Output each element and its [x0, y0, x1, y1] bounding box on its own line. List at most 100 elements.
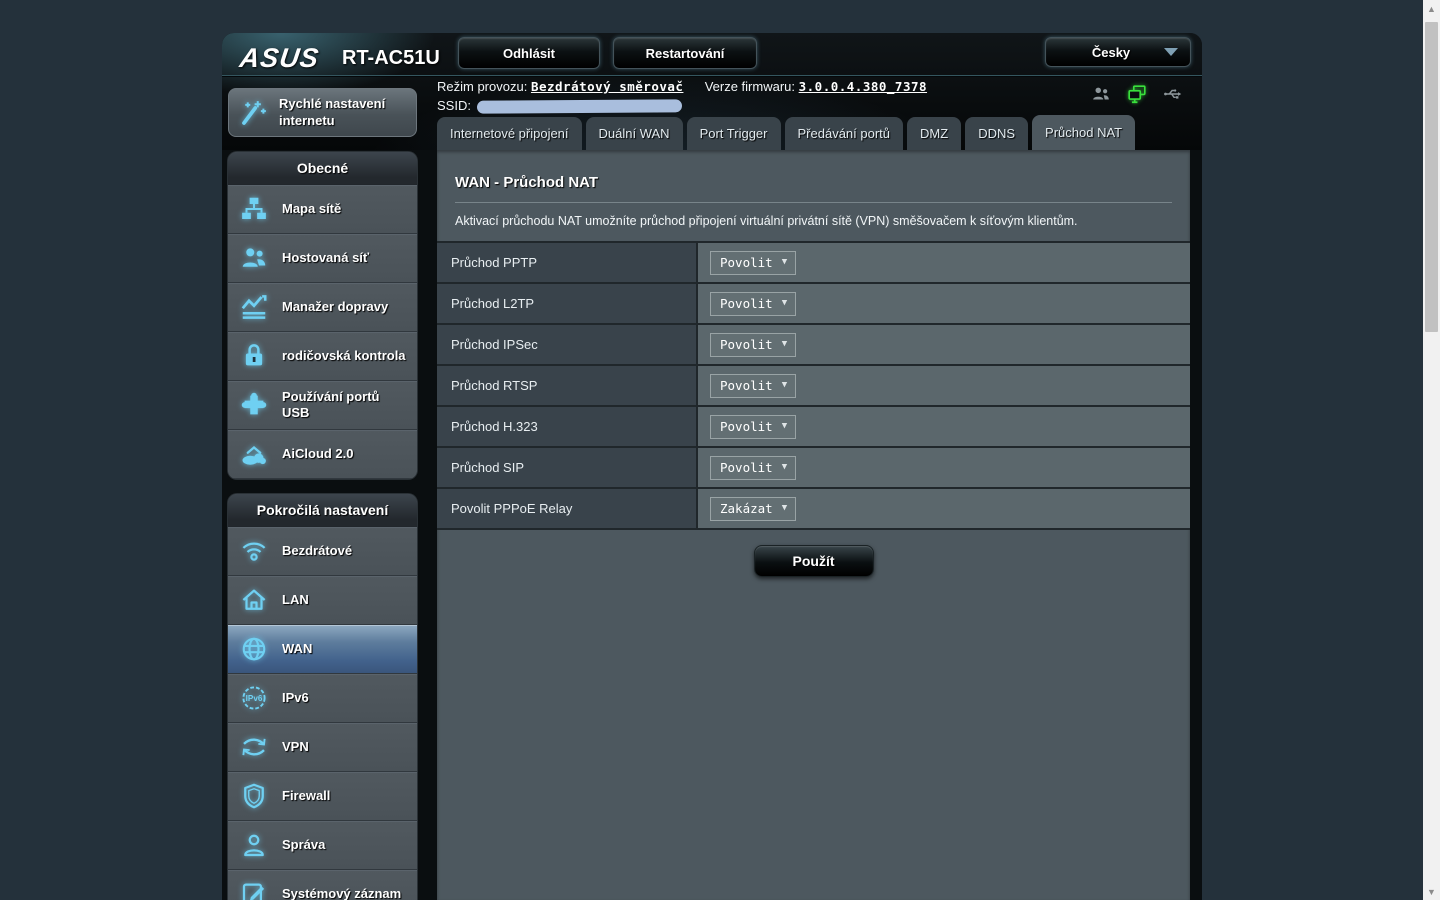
quick-setup-label: Rychlé nastavení internetu	[279, 96, 386, 128]
traffic-manager-icon	[239, 292, 269, 322]
apply-button[interactable]: Použít	[753, 545, 874, 577]
select-rtsp[interactable]: Povolit ▼	[710, 373, 797, 398]
sidebar: Rychlé nastavení internetu Obecné Mapa s…	[228, 88, 417, 900]
chevron-down-icon: ▼	[781, 339, 788, 349]
sidebar-item-label: Manažer dopravy	[282, 298, 389, 314]
usb-icon[interactable]	[1162, 83, 1184, 105]
sidebar-item-label: LAN	[282, 591, 309, 607]
language-select[interactable]: Česky	[1045, 37, 1191, 67]
logout-button[interactable]: Odhlásit	[458, 37, 600, 69]
sidebar-item-aicloud[interactable]: AiCloud 2.0	[228, 430, 417, 479]
sidebar-item-firewall[interactable]: Firewall	[228, 772, 417, 821]
parental-control-icon	[239, 341, 269, 371]
sidebar-item-label: rodičovská kontrola	[282, 347, 406, 363]
section-title: Pokročilá nastavení	[228, 494, 417, 527]
chevron-down-icon: ▼	[781, 257, 788, 267]
sidebar-item-label: Správa	[282, 836, 326, 852]
sidebar-item-guest-network[interactable]: Hostovaná síť	[228, 234, 417, 283]
row-label: Průchod L2TP	[437, 284, 698, 323]
wan-icon	[239, 634, 269, 664]
sidebar-item-ipv6[interactable]: IPv6 IPv6	[228, 674, 417, 723]
guest-network-icon	[239, 243, 269, 273]
vpn-icon	[239, 732, 269, 762]
operation-mode-label: Režim provozu:	[437, 79, 528, 94]
sidebar-item-label: Systémový záznam	[282, 885, 402, 900]
sidebar-item-wan[interactable]: WAN	[228, 625, 417, 674]
scroll-down-icon[interactable]: ▼	[1423, 883, 1440, 900]
language-label: Česky	[1091, 44, 1131, 60]
row-label: Průchod IPSec	[437, 325, 698, 364]
aicloud-icon	[239, 439, 269, 469]
sidebar-section: Obecné Mapa sítě Hostovaná síť Manažer d…	[228, 152, 417, 479]
sidebar-item-system-log[interactable]: Systémový záznam	[228, 870, 417, 900]
chevron-down-icon	[1164, 48, 1178, 56]
section-items: Mapa sítě Hostovaná síť Manažer dopravy …	[228, 185, 417, 479]
select-pptp[interactable]: Povolit ▼	[710, 250, 797, 275]
wireless-icon	[239, 536, 269, 566]
row-label: Průchod PPTP	[437, 243, 698, 282]
sidebar-item-lan[interactable]: LAN	[228, 576, 417, 625]
system-log-icon	[239, 879, 269, 900]
tab-internet-connection[interactable]: Internetové připojení	[437, 117, 582, 150]
operation-mode-link[interactable]: Bezdrátový směrovač	[531, 79, 684, 94]
chevron-down-icon: ▼	[781, 503, 788, 513]
tab-dmz[interactable]: DMZ	[907, 117, 962, 150]
tab-ddns[interactable]: DDNS	[965, 117, 1029, 150]
select-sip[interactable]: Povolit ▼	[710, 455, 797, 480]
table-row: Průchod H.323 Povolit ▼	[437, 407, 1190, 448]
clients-icon[interactable]	[1090, 83, 1112, 105]
row-label: Povolit PPPoE Relay	[437, 489, 698, 528]
scrollbar-thumb[interactable]	[1425, 22, 1438, 332]
section-items: Bezdrátové LAN WAN IPv6 IPv6 VPN Firewal…	[228, 527, 417, 900]
tab-nat-passthrough[interactable]: Průchod NAT	[1032, 115, 1136, 150]
header-divider	[222, 75, 1202, 76]
select-h323[interactable]: Povolit ▼	[710, 414, 797, 439]
sidebar-item-usb-application[interactable]: Používání portů USB	[228, 381, 417, 430]
ssid-value-redacted	[476, 99, 683, 114]
network-map-icon	[239, 194, 269, 224]
status-icons	[1090, 83, 1184, 105]
tab-port-forwarding[interactable]: Předávání portů	[784, 117, 904, 150]
sidebar-item-label: Používání portů USB	[282, 388, 380, 420]
sidebar-item-label: Mapa sítě	[282, 200, 342, 216]
sidebar-section: Pokročilá nastavení Bezdrátové LAN WAN I…	[228, 494, 417, 900]
reboot-button[interactable]: Restartování	[613, 37, 757, 69]
scrollbar[interactable]: ▲ ▼	[1423, 0, 1440, 900]
table-row: Průchod IPSec Povolit ▼	[437, 325, 1190, 366]
sidebar-item-label: VPN	[282, 738, 309, 754]
sidebar-item-label: AiCloud 2.0	[282, 445, 354, 461]
sidebar-item-vpn[interactable]: VPN	[228, 723, 417, 772]
ipv6-icon: IPv6	[239, 683, 269, 713]
sidebar-item-label: Bezdrátové	[282, 542, 353, 558]
sidebar-item-parental-control[interactable]: rodičovská kontrola	[228, 332, 417, 381]
chevron-down-icon: ▼	[781, 380, 788, 390]
row-label: Průchod H.323	[437, 407, 698, 446]
sidebar-item-label: Firewall	[282, 787, 331, 803]
firmware-version-link[interactable]: 3.0.0.4.380_7378	[799, 79, 927, 94]
network-status-icon[interactable]	[1126, 83, 1148, 105]
row-label: Průchod SIP	[437, 448, 698, 487]
select-l2tp[interactable]: Povolit ▼	[710, 291, 797, 316]
router-admin-app: ASUS RT-AC51U Odhlásit Restartování Česk…	[222, 33, 1202, 900]
router-info: Režim provozu: Bezdrátový směrovač Verze…	[437, 79, 927, 117]
page-title: WAN - Průchod NAT	[455, 174, 599, 191]
table-row: Průchod SIP Povolit ▼	[437, 448, 1190, 489]
section-title: Obecné	[228, 152, 417, 185]
firewall-icon	[239, 781, 269, 811]
administration-icon	[239, 830, 269, 860]
sidebar-item-traffic-manager[interactable]: Manažer dopravy	[228, 283, 417, 332]
sidebar-item-wireless[interactable]: Bezdrátové	[228, 527, 417, 576]
scroll-up-icon[interactable]: ▲	[1423, 0, 1440, 17]
tab-bar: Internetové připojení Duální WAN Port Trig…	[437, 115, 1139, 150]
ssid-label: SSID:	[437, 98, 471, 113]
table-row: Průchod L2TP Povolit ▼	[437, 284, 1190, 325]
sidebar-item-administration[interactable]: Správa	[228, 821, 417, 870]
tab-port-trigger[interactable]: Port Trigger	[686, 117, 781, 150]
quick-setup-button[interactable]: Rychlé nastavení internetu	[228, 88, 417, 137]
select-ipsec[interactable]: Povolit ▼	[710, 332, 797, 357]
tab-dual-wan[interactable]: Duální WAN	[585, 117, 683, 150]
main-content: WAN - Průchod NAT Aktivací průchodu NAT …	[437, 150, 1190, 900]
sidebar-item-network-map[interactable]: Mapa sítě	[228, 185, 417, 234]
select-pppoe-relay[interactable]: Zakázat ▼	[710, 496, 797, 521]
chevron-down-icon: ▼	[781, 421, 788, 431]
